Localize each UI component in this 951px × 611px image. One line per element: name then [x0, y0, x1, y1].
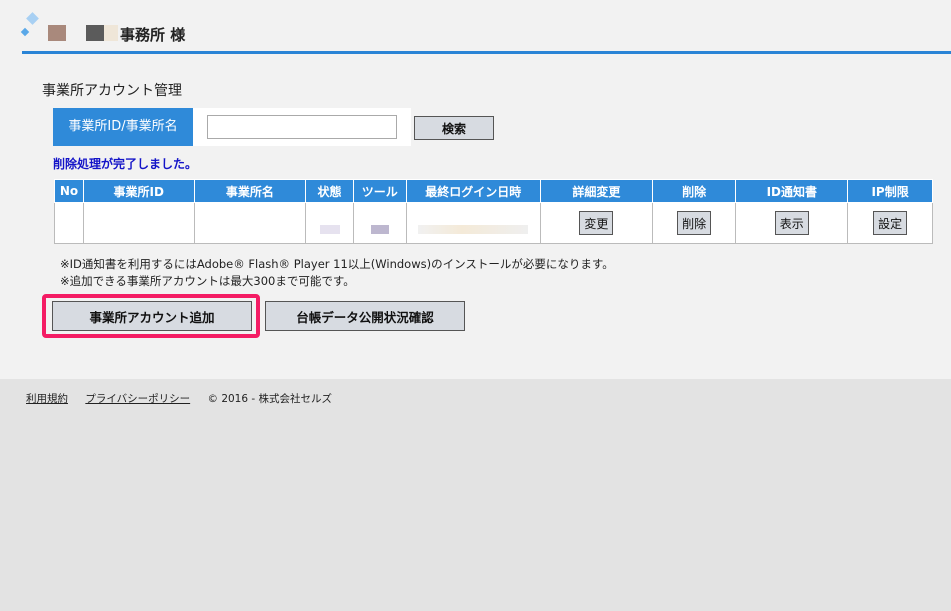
edit-button[interactable]: 変更 — [579, 211, 614, 235]
terms-link[interactable]: 利用規約 — [26, 393, 68, 405]
table-header-row: No 事業所ID 事業所名 状態 ツール 最終ログイン日時 詳細変更 削除 ID… — [54, 179, 933, 203]
copyright-text: © 2016 - 株式会社セルズ — [207, 393, 333, 405]
column-header-edit: 詳細変更 — [540, 179, 653, 203]
account-table: No 事業所ID 事業所名 状態 ツール 最終ログイン日時 詳細変更 削除 ID… — [54, 179, 933, 244]
add-account-button[interactable]: 事業所アカウント追加 — [52, 301, 252, 331]
redacted-name-block — [104, 25, 118, 41]
column-header-tool: ツール — [352, 179, 407, 203]
page-title: 事業所アカウント管理 — [42, 83, 182, 99]
cell-ip-restriction: 設定 — [847, 202, 933, 244]
ip-setting-button[interactable]: 設定 — [873, 211, 908, 235]
table-row: 変更 削除 表示 設定 — [54, 202, 933, 244]
column-header-status: 状態 — [305, 179, 354, 203]
column-header-last-login: 最終ログイン日時 — [405, 179, 542, 203]
cell-last-login — [405, 202, 542, 244]
redacted-last-login — [418, 225, 529, 234]
office-name-title: 事務所 様 — [120, 26, 186, 44]
redacted-status — [319, 225, 340, 234]
search-button[interactable]: 検索 — [414, 116, 494, 140]
search-label: 事業所ID/事業所名 — [53, 108, 193, 146]
column-header-delete: 削除 — [651, 179, 737, 203]
column-header-no: No — [54, 179, 84, 203]
page-footer: 利用規約 プライバシーポリシー © 2016 - 株式会社セルズ — [0, 379, 951, 611]
cell-id-notice: 表示 — [735, 202, 849, 244]
notes: ※ID通知書を利用するにはAdobe® Flash® Player 11以上(W… — [60, 256, 614, 290]
cell-delete: 削除 — [651, 202, 737, 244]
column-header-id-notice: ID通知書 — [735, 179, 849, 203]
footer-links: 利用規約 プライバシーポリシー © 2016 - 株式会社セルズ — [26, 391, 332, 406]
redacted-name-block — [48, 25, 66, 41]
privacy-link[interactable]: プライバシーポリシー — [85, 393, 190, 405]
logo-accent-icon — [20, 27, 30, 37]
column-header-ip-restriction: IP制限 — [847, 179, 933, 203]
delete-button[interactable]: 削除 — [677, 211, 712, 235]
page-header: 事務所 様 — [0, 0, 951, 52]
cell-status — [305, 202, 354, 244]
cell-no — [54, 202, 84, 244]
header-divider — [22, 51, 951, 54]
note-account-limit: ※追加できる事業所アカウントは最大300まで可能です。 — [60, 274, 355, 288]
column-header-office-id: 事業所ID — [82, 179, 195, 203]
redacted-name-block — [86, 25, 104, 41]
show-id-notice-button[interactable]: 表示 — [774, 211, 809, 235]
search-input[interactable] — [207, 115, 397, 139]
cell-office-id — [82, 202, 195, 244]
note-flash-requirement: ※ID通知書を利用するにはAdobe® Flash® Player 11以上(W… — [60, 257, 614, 271]
cell-edit: 変更 — [540, 202, 653, 244]
cell-office-name — [193, 202, 307, 244]
logo-icon — [26, 12, 39, 25]
cell-tool — [352, 202, 407, 244]
redacted-tool — [370, 225, 389, 234]
status-message: 削除処理が完了しました。 — [53, 157, 198, 171]
ledger-status-button[interactable]: 台帳データ公開状況確認 — [265, 301, 465, 331]
column-header-office-name: 事業所名 — [193, 179, 307, 203]
